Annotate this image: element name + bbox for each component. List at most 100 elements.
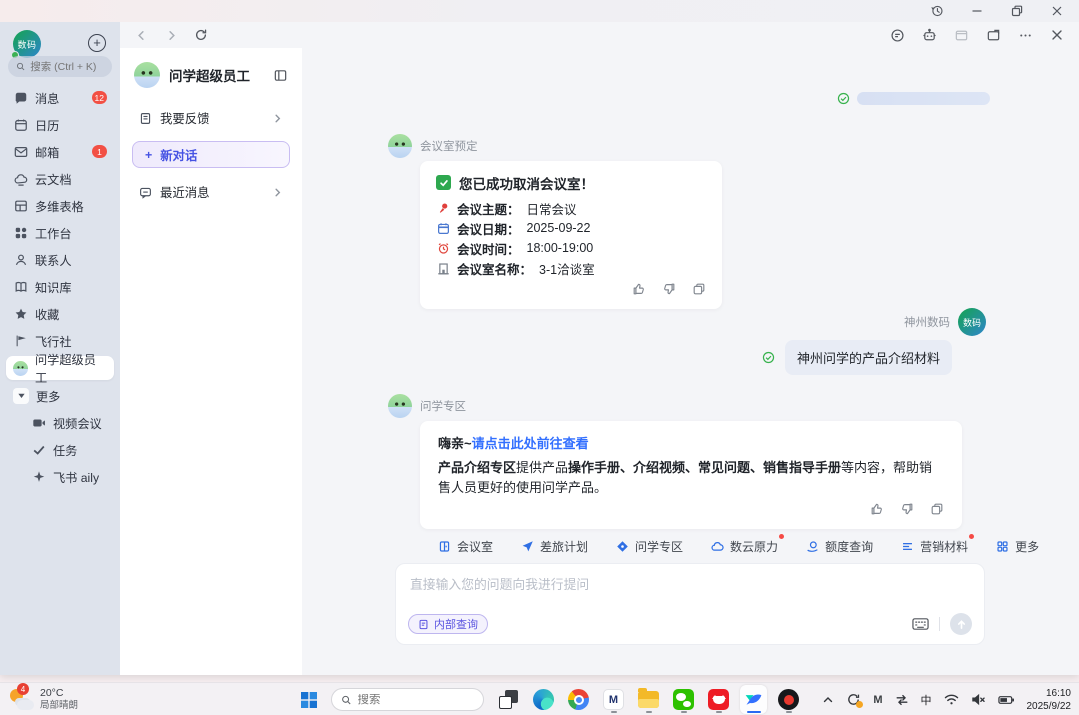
tmall-icon[interactable] [705, 685, 732, 714]
start-button[interactable] [301, 692, 317, 708]
sidebar-item-aily[interactable]: 飞书 aily [6, 463, 114, 490]
sidebar-item-workplace[interactable]: 工作台 [6, 219, 114, 246]
ime-indicator[interactable]: 中 [921, 692, 932, 708]
flag-icon [13, 333, 28, 348]
taskbar-search-input[interactable] [358, 694, 474, 706]
avatar[interactable]: 数码 [13, 30, 41, 58]
chip-shuyun[interactable]: 数云原力 [710, 538, 778, 555]
thumbs-down-icon[interactable] [900, 502, 914, 516]
message-bubble[interactable]: 神州问学的产品介绍材料 [785, 340, 952, 375]
view-link[interactable]: 请点击此处前往查看 [472, 436, 589, 451]
chip-wenxue-zone[interactable]: 问学专区 [615, 538, 683, 555]
window-icon[interactable] [953, 27, 969, 43]
chip-travel-plan[interactable]: 差旅计划 [520, 538, 588, 555]
minimize-button[interactable] [967, 3, 987, 19]
bot-avatar[interactable] [388, 134, 412, 158]
chevron-right-icon [272, 187, 283, 198]
weather-widget[interactable]: 4 20°C 局部晴朗 [8, 686, 78, 712]
more-icon[interactable] [1017, 27, 1033, 43]
bot-avatar[interactable] [388, 394, 412, 418]
sidebar-item-calendar[interactable]: 日历 [6, 111, 114, 138]
file-explorer-icon[interactable] [635, 685, 662, 714]
sidebar-item-tasks[interactable]: 任务 [6, 436, 114, 463]
thumbs-down-icon[interactable] [662, 282, 676, 296]
tray-m-icon[interactable]: M [873, 694, 882, 706]
sidebar-item-base[interactable]: 多维表格 [6, 192, 114, 219]
search-input[interactable] [30, 61, 104, 73]
robot-icon[interactable] [921, 27, 937, 43]
network-traffic-icon[interactable] [895, 693, 909, 707]
sidebar-item-wenxue-bot[interactable]: 问学超级员工 [6, 356, 114, 380]
back-icon[interactable] [133, 27, 149, 43]
chip-marketing[interactable]: 营销材料 [900, 538, 968, 555]
edge-icon[interactable] [530, 685, 557, 714]
desktop: 数码 + 消息 12 日历 [0, 0, 1079, 715]
sidebar-item-messages[interactable]: 消息 12 [6, 84, 114, 111]
sidebar-item-contacts[interactable]: 联系人 [6, 246, 114, 273]
sidebar-item-more[interactable]: 更多 [6, 382, 114, 409]
forward-icon[interactable] [163, 27, 179, 43]
video-camera-icon [31, 415, 46, 430]
sidebar-item-wiki[interactable]: 知识库 [6, 273, 114, 300]
feedback-item[interactable]: 我要反馈 [132, 104, 290, 132]
refresh-icon[interactable] [193, 27, 209, 43]
wiki-book-icon [13, 279, 28, 294]
diamond-icon [615, 540, 629, 554]
zone-card: 嗨亲~请点击此处前往查看 产品介绍专区提供产品操作手册、介绍视频、常见问题、销售… [420, 421, 962, 529]
skeleton-bar [857, 92, 990, 105]
task-view-button[interactable] [499, 690, 518, 709]
thumbs-up-icon[interactable] [870, 502, 884, 516]
open-in-window-icon[interactable] [985, 27, 1001, 43]
wechat-icon[interactable] [670, 685, 697, 714]
collapse-panel-icon[interactable] [273, 68, 288, 83]
sidebar-item-favorites[interactable]: 收藏 [6, 300, 114, 327]
keyboard-icon[interactable] [912, 617, 929, 631]
chat-bubble-icon[interactable] [889, 27, 905, 43]
battery-icon[interactable] [998, 694, 1015, 706]
sidebar-item-mail[interactable]: 邮箱 1 [6, 138, 114, 165]
chrome-icon[interactable] [565, 685, 592, 714]
taskbar-search[interactable] [331, 688, 484, 711]
grid-table-icon [13, 198, 28, 213]
chip-more[interactable]: 更多 [995, 538, 1039, 555]
volume-mute-icon[interactable] [971, 693, 986, 706]
restore-button[interactable] [1007, 3, 1027, 19]
notification-dot [779, 534, 784, 539]
sidebar-item-docs[interactable]: 云文档 [6, 165, 114, 192]
taskbar-clock[interactable]: 16:10 2025/9/22 [1027, 687, 1072, 713]
composer-placeholder: 直接输入您的问题向我进行提问 [410, 574, 970, 593]
add-button[interactable]: + [88, 34, 106, 52]
close-button[interactable] [1047, 3, 1067, 19]
temperature: 20°C [40, 687, 78, 700]
sidebar-item-label: 飞行社 [35, 332, 72, 350]
copy-icon[interactable] [930, 502, 944, 516]
history-icon[interactable] [927, 3, 947, 19]
new-chat-button[interactable]: + 新对话 [132, 141, 290, 168]
chip-quota[interactable]: 额度查询 [805, 538, 873, 555]
feedback-doc-icon [139, 112, 152, 125]
panel-title: 问学超级员工 [169, 65, 264, 85]
wifi-icon[interactable] [944, 693, 959, 706]
send-button[interactable] [950, 613, 972, 635]
thumbs-up-icon[interactable] [632, 282, 646, 296]
sidebar-item-video-meeting[interactable]: 视频会议 [6, 409, 114, 436]
sender-name: 会议室预定 [420, 138, 478, 154]
search-box[interactable] [8, 56, 112, 77]
tray-expand-icon[interactable] [822, 694, 834, 706]
chip-meeting-room[interactable]: 会议室 [437, 538, 493, 555]
sidebar-item-label: 联系人 [35, 251, 72, 269]
internal-query-chip[interactable]: 内部查询 [408, 614, 488, 634]
sync-icon[interactable] [846, 692, 861, 707]
feishu-icon[interactable] [740, 685, 767, 714]
recorder-icon[interactable] [775, 685, 802, 714]
success-check-icon [436, 175, 451, 190]
app-window: 数码 + 消息 12 日历 [0, 0, 1079, 675]
recent-messages-item[interactable]: 最近消息 [132, 178, 290, 206]
unread-badge: 12 [92, 91, 107, 104]
unread-badge: 1 [92, 145, 107, 158]
copy-icon[interactable] [692, 282, 706, 296]
user-avatar[interactable]: 数码 [958, 308, 986, 336]
composer[interactable]: 直接输入您的问题向我进行提问 内部查询 [395, 563, 985, 645]
m-app-icon[interactable]: M [600, 685, 627, 714]
close-icon[interactable] [1049, 27, 1065, 43]
